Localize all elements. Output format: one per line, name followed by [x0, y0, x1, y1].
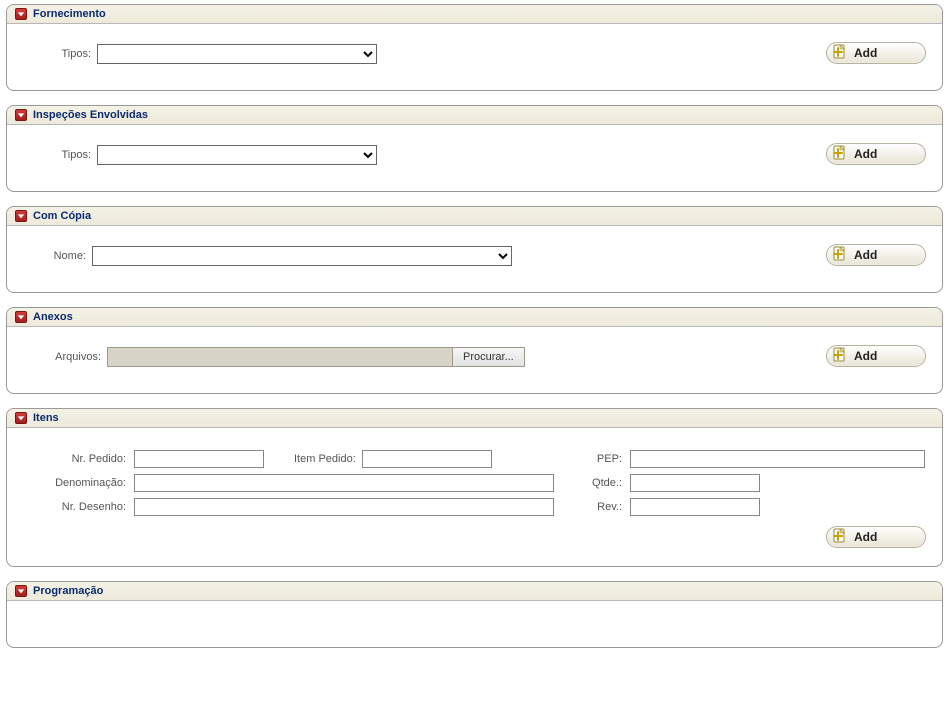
tipos-select[interactable] [97, 145, 377, 165]
tipos-select[interactable] [97, 44, 377, 64]
panel-title: Itens [33, 412, 59, 424]
panel-body [7, 601, 942, 647]
rev-input[interactable] [630, 498, 760, 516]
tipos-label: Tipos: [31, 48, 91, 60]
collapse-icon[interactable] [15, 311, 27, 323]
add-label: Add [854, 530, 877, 544]
panel-header-inspecoes[interactable]: Inspeções Envolvidas [7, 106, 942, 125]
panel-title: Fornecimento [33, 8, 106, 20]
panel-title: Programação [33, 585, 103, 597]
add-button[interactable]: Add [826, 42, 926, 64]
collapse-icon[interactable] [15, 585, 27, 597]
file-path-display [107, 347, 452, 367]
panel-header-itens[interactable]: Itens [7, 409, 942, 428]
panel-programacao: Programação [6, 581, 943, 648]
panel-body: Nome: Add [7, 226, 942, 292]
collapse-icon[interactable] [15, 109, 27, 121]
add-icon [830, 528, 848, 546]
item-pedido-input[interactable] [362, 450, 492, 468]
pep-input[interactable] [630, 450, 925, 468]
add-icon [830, 145, 848, 163]
panel-header-programacao[interactable]: Programação [7, 582, 942, 601]
panel-body: Nr. Pedido: Item Pedido: PEP: Denominaçã… [7, 428, 942, 566]
arquivos-label: Arquivos: [31, 351, 101, 363]
add-label: Add [854, 349, 877, 363]
add-button[interactable]: Add [826, 143, 926, 165]
panel-title: Inspeções Envolvidas [33, 109, 148, 121]
pep-label: PEP: [562, 453, 622, 465]
denominacao-label: Denominação: [31, 477, 126, 489]
nome-label: Nome: [31, 250, 86, 262]
collapse-icon[interactable] [15, 8, 27, 20]
qtde-label: Qtde.: [562, 477, 622, 489]
panel-body: Tipos: Add [7, 125, 942, 191]
item-pedido-label: Item Pedido: [294, 453, 356, 465]
nr-desenho-input[interactable] [134, 498, 554, 516]
browse-button[interactable]: Procurar... [452, 347, 525, 367]
denominacao-input[interactable] [134, 474, 554, 492]
collapse-icon[interactable] [15, 412, 27, 424]
tipos-label: Tipos: [31, 149, 91, 161]
add-label: Add [854, 147, 877, 161]
panel-comcopia: Com Cópia Nome: Add [6, 206, 943, 293]
add-button[interactable]: Add [826, 526, 926, 548]
panel-itens: Itens Nr. Pedido: Item Pedido: PEP: Deno… [6, 408, 943, 567]
panel-body: Tipos: Add [7, 24, 942, 90]
panel-header-comcopia[interactable]: Com Cópia [7, 207, 942, 226]
add-icon [830, 347, 848, 365]
panel-anexos: Anexos Arquivos: Procurar... Add [6, 307, 943, 394]
add-label: Add [854, 248, 877, 262]
panel-header-anexos[interactable]: Anexos [7, 308, 942, 327]
add-icon [830, 246, 848, 264]
panel-fornecimento: Fornecimento Tipos: Add [6, 4, 943, 91]
nr-pedido-input[interactable] [134, 450, 264, 468]
add-button[interactable]: Add [826, 345, 926, 367]
collapse-icon[interactable] [15, 210, 27, 222]
nr-desenho-label: Nr. Desenho: [31, 501, 126, 513]
nome-select[interactable] [92, 246, 512, 266]
rev-label: Rev.: [562, 501, 622, 513]
panel-inspecoes: Inspeções Envolvidas Tipos: Add [6, 105, 943, 192]
panel-header-fornecimento[interactable]: Fornecimento [7, 5, 942, 24]
panel-title: Anexos [33, 311, 73, 323]
panel-body: Arquivos: Procurar... Add [7, 327, 942, 393]
add-icon [830, 44, 848, 62]
nr-pedido-label: Nr. Pedido: [31, 453, 126, 465]
qtde-input[interactable] [630, 474, 760, 492]
add-button[interactable]: Add [826, 244, 926, 266]
add-label: Add [854, 46, 877, 60]
panel-title: Com Cópia [33, 210, 91, 222]
